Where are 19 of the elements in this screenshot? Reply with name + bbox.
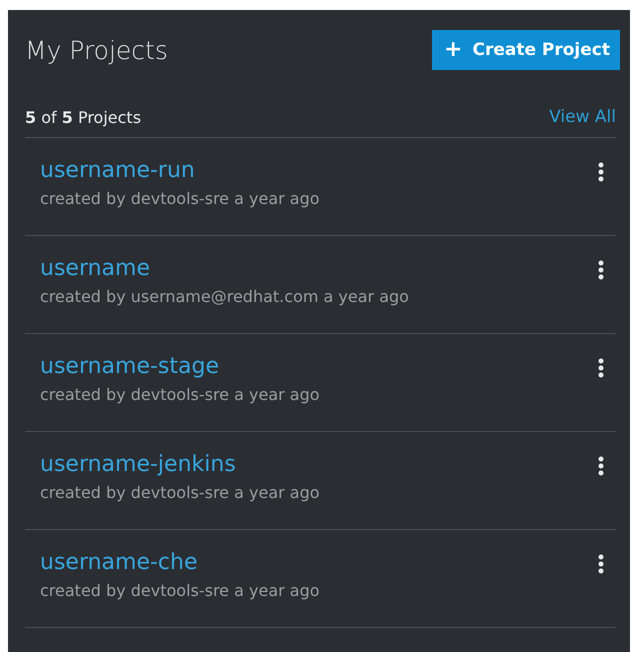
kebab-menu-icon[interactable] bbox=[598, 260, 604, 280]
kebab-menu-icon[interactable] bbox=[598, 456, 604, 476]
view-all-link[interactable]: View All bbox=[549, 107, 616, 127]
create-project-button[interactable]: + Create Project bbox=[432, 30, 620, 70]
panel-title: My Projects bbox=[25, 36, 168, 64]
kebab-menu-icon[interactable] bbox=[598, 358, 604, 378]
project-name-link[interactable]: username-run bbox=[40, 158, 320, 183]
project-count: 5 of 5 Projects bbox=[25, 108, 142, 126]
project-name-link[interactable]: username bbox=[40, 256, 409, 281]
kebab-menu-icon[interactable] bbox=[598, 162, 604, 182]
project-name-link[interactable]: username-che bbox=[40, 550, 320, 575]
project-meta: created by username@redhat.com a year ago bbox=[40, 287, 409, 306]
project-name-link[interactable]: username-stage bbox=[40, 354, 320, 379]
project-meta: created by devtools-sre a year ago bbox=[40, 483, 320, 502]
kebab-menu-icon[interactable] bbox=[598, 554, 604, 574]
project-name-link[interactable]: username-jenkins bbox=[40, 452, 320, 477]
project-meta: created by devtools-sre a year ago bbox=[40, 385, 320, 404]
project-meta: created by devtools-sre a year ago bbox=[40, 581, 320, 600]
project-meta: created by devtools-sre a year ago bbox=[40, 189, 320, 208]
